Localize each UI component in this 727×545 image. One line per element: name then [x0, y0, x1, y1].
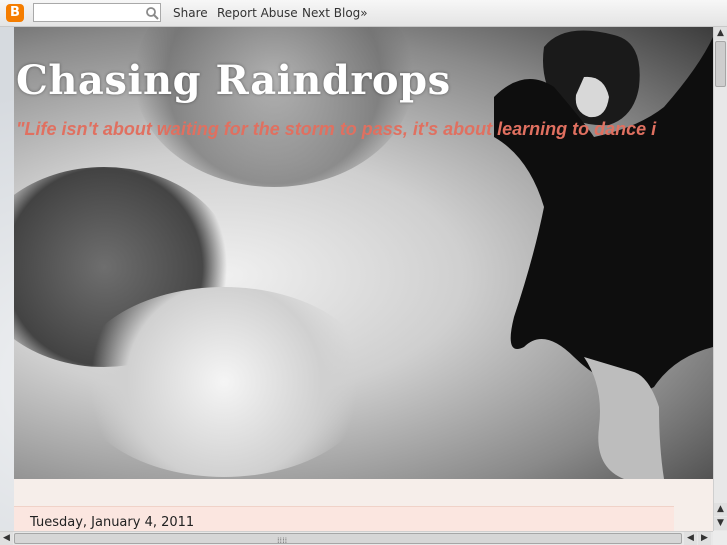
search-input[interactable]	[33, 3, 161, 22]
scroll-grip-icon: ⁞⁞⁞⁞	[277, 536, 288, 545]
vertical-scrollbar[interactable]: ▲ ▲ ▼	[713, 27, 727, 531]
post-date-header: Tuesday, January 4, 2011	[14, 506, 674, 532]
scroll-up-icon[interactable]: ▲	[714, 503, 727, 516]
blogger-icon[interactable]: B	[6, 4, 24, 22]
post-date: Tuesday, January 4, 2011	[30, 515, 195, 530]
blogger-logo-letter: B	[10, 5, 20, 20]
blog-description: "Life isn't about waiting for the storm …	[16, 119, 657, 139]
water-splash	[134, 27, 414, 187]
scroll-right-icon[interactable]: ▶	[698, 532, 711, 545]
share-link[interactable]: Share	[173, 6, 208, 20]
blog-title[interactable]: Chasing Raindrops	[16, 57, 451, 104]
header-image[interactable]: Chasing Raindrops "Life isn't about wait…	[14, 27, 713, 479]
scrollbar-corner	[713, 531, 727, 545]
horizontal-scrollbar[interactable]: ◀ ⁞⁞⁞⁞ ◀ ▶	[0, 531, 713, 545]
scroll-down-icon[interactable]: ▼	[714, 517, 727, 530]
horizontal-scroll-thumb[interactable]: ⁞⁞⁞⁞	[14, 533, 682, 545]
scroll-left-icon[interactable]: ◀	[0, 532, 13, 545]
scroll-left-icon[interactable]: ◀	[684, 532, 697, 545]
report-abuse-link[interactable]: Report Abuse	[217, 6, 298, 20]
vertical-scroll-thumb[interactable]	[715, 41, 726, 87]
next-blog-link[interactable]: Next Blog»	[302, 6, 368, 20]
scroll-up-icon[interactable]: ▲	[714, 27, 727, 40]
woman-silhouette	[494, 30, 713, 479]
water-splash	[74, 287, 374, 477]
search-icon[interactable]	[145, 6, 159, 20]
blogger-navbar: B Share Report Abuse Next Blog»	[0, 0, 727, 27]
